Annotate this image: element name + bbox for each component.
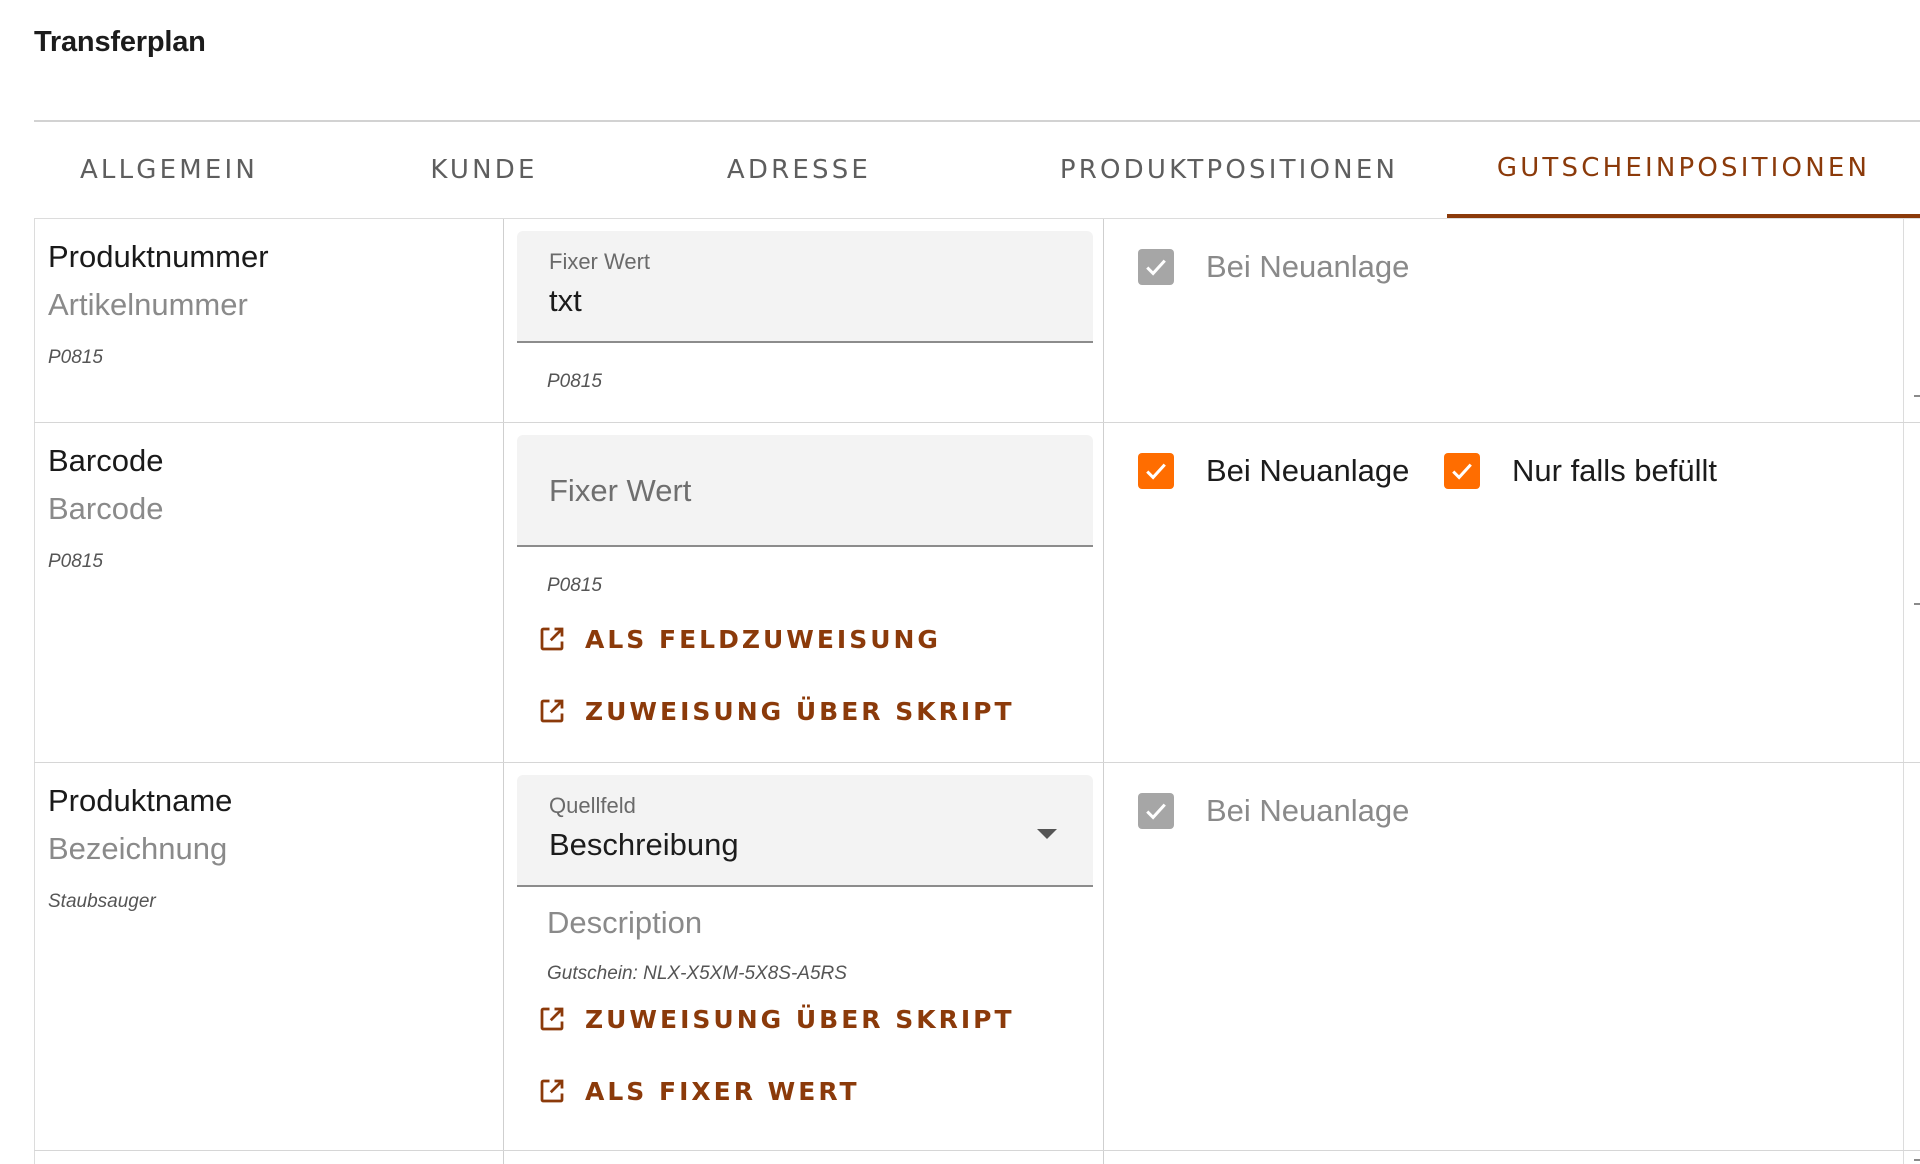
target-field-name: Barcode: [48, 443, 164, 478]
options-cell: Bei Neuanlage Nur falls befüllt: [1104, 423, 1904, 762]
mapping-table: Produktnummer Artikelnummer P0815 Fixer …: [34, 218, 1920, 1164]
select-label: Quellfeld: [549, 793, 636, 818]
table-row: Produktname Bezeichnung Staubsauger Quel…: [34, 763, 1920, 1161]
option-bei-neuanlage[interactable]: Bei Neuanlage: [1138, 453, 1409, 489]
checkbox-label: Nur falls befüllt: [1512, 453, 1718, 488]
source-field-select[interactable]: Quellfeld Beschreibung: [517, 775, 1093, 887]
preview-hint: P0815: [547, 371, 602, 392]
options-cell: [1104, 1151, 1904, 1164]
checkbox[interactable]: [1138, 249, 1174, 285]
zuweisung-ueber-skript-button[interactable]: ZUWEISUNG ÜBER SKRIPT: [537, 689, 1015, 733]
mapping-cell: Fixer Wert P0815 ALS FELDZUWEISUNG ZUWEI…: [504, 423, 1104, 762]
tab-kunde[interactable]: KUNDE: [364, 122, 604, 218]
mapping-cell: Quellfeld Beschreibung Description Gutsc…: [504, 763, 1104, 1150]
checkbox-label: Bei Neuanlage: [1206, 249, 1410, 284]
button-label: ZUWEISUNG ÜBER SKRIPT: [585, 1004, 1015, 1034]
tab-adresse[interactable]: ADRESSE: [664, 122, 934, 218]
fixed-value-input[interactable]: Fixer Wert: [517, 435, 1093, 547]
target-field-name: Produktnummer: [48, 239, 269, 274]
source-field-description: Description: [547, 905, 703, 940]
select-value: Beschreibung: [549, 827, 739, 862]
input-placeholder: Fixer Wert: [549, 473, 692, 508]
mapping-cell: [504, 1151, 1104, 1164]
field-cell: Produktname Bezeichnung Staubsauger: [34, 763, 504, 1150]
field-cell: Barcode Barcode P0815: [34, 423, 504, 762]
input-value: txt: [549, 283, 582, 318]
source-field-name: Barcode: [48, 491, 164, 526]
check-icon: [1146, 259, 1166, 276]
table-row: Barcode Barcode P0815 Fixer Wert P0815 A…: [34, 423, 1920, 763]
open-in-new-icon: [540, 1079, 564, 1103]
sample-value: P0815: [48, 551, 103, 572]
checkbox[interactable]: [1138, 453, 1174, 489]
button-label: ALS FELDZUWEISUNG: [585, 624, 941, 654]
zuweisung-ueber-skript-button[interactable]: ZUWEISUNG ÜBER SKRIPT: [537, 997, 1015, 1041]
preview-hint: Gutschein: NLX-X5XM-5X8S-A5RS: [547, 963, 847, 984]
options-cell: Bei Neuanlage: [1104, 219, 1904, 422]
source-field-name: Bezeichnung: [48, 831, 228, 866]
target-field-name: Produktname: [48, 783, 233, 818]
tab-gutscheinpositionen[interactable]: GUTSCHEINPOSITIONEN: [1447, 122, 1920, 218]
scroll-edge-mark: [1914, 603, 1920, 605]
table-row: Produktnummer Artikelnummer P0815 Fixer …: [34, 219, 1920, 423]
field-cell: [34, 1151, 504, 1164]
checkbox[interactable]: [1444, 453, 1480, 489]
field-cell: Produktnummer Artikelnummer P0815: [34, 219, 504, 422]
open-in-new-icon: [540, 627, 564, 651]
button-label: ALS FIXER WERT: [585, 1076, 860, 1106]
sample-value: P0815: [48, 347, 103, 368]
table-row: [34, 1151, 1920, 1164]
page-title: Transferplan: [34, 26, 206, 58]
source-field-name: Artikelnummer: [48, 287, 248, 322]
option-bei-neuanlage[interactable]: Bei Neuanlage: [1138, 249, 1409, 285]
arrow-drop-down-icon[interactable]: [1037, 829, 1057, 839]
open-in-new-icon: [540, 1007, 564, 1031]
fixed-value-input[interactable]: Fixer Wert txt: [517, 231, 1093, 343]
tab-bar: ALLGEMEIN KUNDE ADRESSE PRODUKTPOSITIONE…: [34, 122, 1920, 218]
options-cell: Bei Neuanlage: [1104, 763, 1904, 1150]
input-label: Fixer Wert: [549, 249, 651, 274]
als-feldzuweisung-button[interactable]: ALS FELDZUWEISUNG: [537, 617, 941, 661]
preview-hint: P0815: [547, 575, 602, 596]
check-icon: [1146, 463, 1166, 480]
scroll-edge-mark: [1914, 395, 1920, 397]
als-fixer-wert-button[interactable]: ALS FIXER WERT: [537, 1069, 860, 1113]
checkbox-label: Bei Neuanlage: [1206, 793, 1410, 828]
mapping-cell: Fixer Wert txt P0815: [504, 219, 1104, 422]
open-in-new-icon: [540, 699, 564, 723]
button-label: ZUWEISUNG ÜBER SKRIPT: [585, 696, 1015, 726]
check-icon: [1146, 803, 1166, 820]
check-icon: [1452, 463, 1472, 480]
option-nur-falls-befuellt[interactable]: Nur falls befüllt: [1444, 453, 1717, 489]
checkbox[interactable]: [1138, 793, 1174, 829]
checkbox-label: Bei Neuanlage: [1206, 453, 1410, 488]
sample-value: Staubsauger: [48, 891, 156, 912]
option-bei-neuanlage[interactable]: Bei Neuanlage: [1138, 793, 1409, 829]
tab-allgemein[interactable]: ALLGEMEIN: [34, 122, 304, 218]
tab-produktpositionen[interactable]: PRODUKTPOSITIONEN: [994, 122, 1464, 218]
